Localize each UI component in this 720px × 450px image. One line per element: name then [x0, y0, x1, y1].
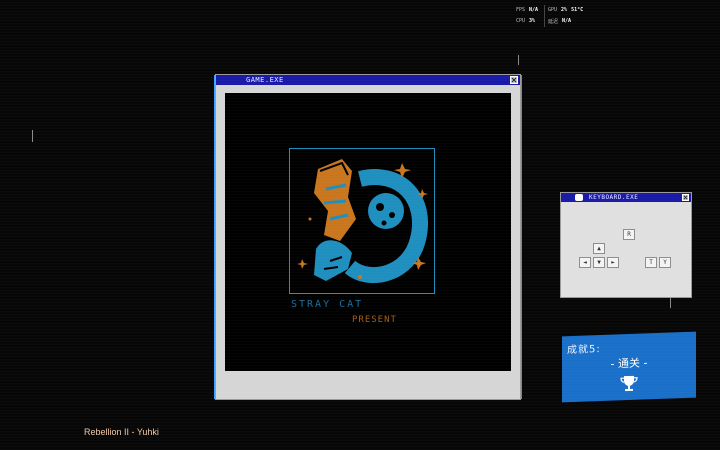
gpu-value: 2%: [561, 7, 568, 13]
achievement-title: 成就5:: [567, 343, 601, 357]
fps-readout: FPS N/A: [516, 7, 538, 13]
latency-label: 延迟: [548, 19, 559, 25]
stray-cat-logo-icon: [290, 149, 434, 293]
achievement-name: - 通关 -: [610, 356, 648, 371]
key-r[interactable]: R: [623, 229, 635, 240]
glitch-mark: [670, 298, 671, 308]
latency-readout: 延迟 N/A: [548, 18, 571, 25]
cpu-readout: CPU 3%: [516, 18, 535, 24]
cpu-label: CPU: [516, 18, 526, 24]
key-left[interactable]: ◄: [579, 257, 591, 268]
keyboard-window[interactable]: KEYBOARD.EXE R ▲ ◄ ▼ ► T Y: [561, 193, 691, 297]
achievement-card: 成就5: - 通关 -: [562, 331, 696, 403]
fps-value: N/A: [529, 7, 539, 13]
hud-divider: [544, 5, 545, 27]
trophy-icon: [620, 375, 638, 392]
keyboard-window-title: KEYBOARD.EXE: [589, 194, 639, 201]
fps-label: FPS: [516, 7, 526, 13]
gpu-temp: 51°C: [571, 7, 584, 13]
game-window-titlebar[interactable]: GAME.EXE: [216, 75, 520, 85]
gpu-label: GPU: [548, 7, 558, 13]
keyboard-window-close-button[interactable]: [682, 194, 689, 201]
studio-name: STRAY CAT: [291, 299, 364, 310]
key-up[interactable]: ▲: [593, 243, 605, 254]
close-icon: [683, 195, 688, 200]
studio-present-text: PRESENT: [352, 315, 397, 325]
game-screen[interactable]: STRAY CAT PRESENT: [225, 93, 511, 371]
keyboard-icon: [575, 194, 583, 201]
now-playing-label: Rebellion II - Yuhki: [84, 427, 159, 437]
cpu-value: 3%: [529, 18, 536, 24]
performance-overlay: FPS N/A GPU 2% 51°C CPU 3% 延迟 N/A: [514, 5, 594, 27]
studio-logo-art: [289, 148, 435, 294]
glitch-mark: [518, 55, 519, 65]
game-window-close-button[interactable]: [510, 76, 518, 84]
key-y[interactable]: Y: [659, 257, 671, 268]
key-down[interactable]: ▼: [593, 257, 605, 268]
close-icon: [511, 77, 517, 83]
gpu-readout: GPU 2% 51°C: [548, 7, 583, 13]
game-window-title: GAME.EXE: [246, 76, 284, 84]
game-window[interactable]: GAME.EXE STRAY CAT PRESENT: [216, 75, 520, 399]
keyboard-window-titlebar[interactable]: KEYBOARD.EXE: [561, 193, 691, 202]
key-t[interactable]: T: [645, 257, 657, 268]
key-right[interactable]: ►: [607, 257, 619, 268]
glitch-mark: [32, 130, 33, 142]
latency-value: N/A: [562, 18, 572, 24]
